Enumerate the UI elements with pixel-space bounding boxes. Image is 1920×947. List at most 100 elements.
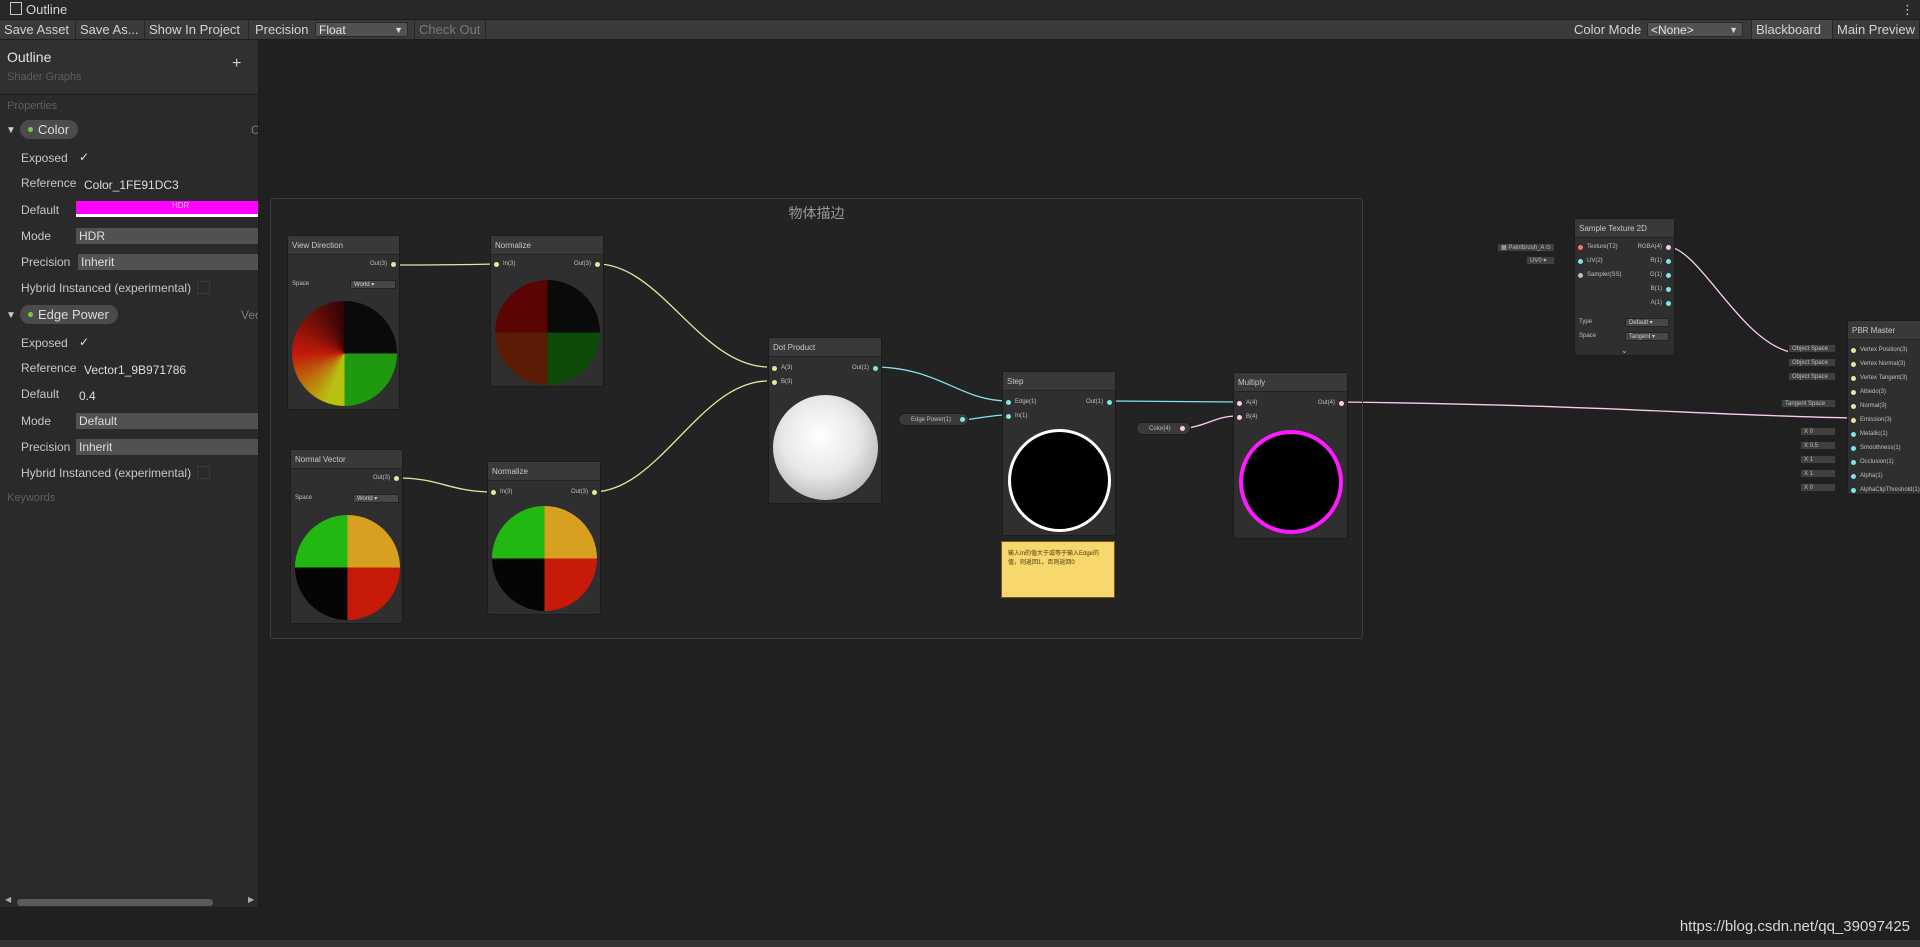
input-port[interactable] bbox=[1851, 348, 1856, 353]
texture-input[interactable]: ▦ Paintbrush_A ⊙ bbox=[1497, 243, 1555, 252]
mode-dropdown[interactable]: HDR bbox=[76, 228, 258, 244]
output-port[interactable] bbox=[1666, 273, 1671, 278]
node-title[interactable]: Normal Vector bbox=[291, 450, 402, 469]
mode-dropdown[interactable]: Default bbox=[76, 413, 258, 429]
blackboard-toggle[interactable]: Blackboard bbox=[1751, 20, 1833, 39]
input-port[interactable] bbox=[1237, 401, 1242, 406]
scroll-left-icon[interactable]: ◀ bbox=[5, 895, 11, 904]
sticky-note[interactable]: 输入In的值大于或等于输入Edge的值，则返回1，否则返回0 bbox=[1001, 541, 1115, 598]
node-title[interactable]: Normalize bbox=[488, 462, 600, 481]
value-input[interactable]: X 0.5 bbox=[1800, 441, 1836, 450]
hybrid-instanced-checkbox[interactable] bbox=[197, 281, 210, 294]
node-title[interactable]: PBR Master bbox=[1848, 321, 1920, 340]
default-color-swatch[interactable]: HDR bbox=[76, 201, 258, 217]
hybrid-instanced-checkbox[interactable] bbox=[197, 466, 210, 479]
precision-dropdown[interactable]: Inherit bbox=[78, 254, 258, 270]
collapse-chevron-icon[interactable]: ▼ bbox=[6, 125, 16, 136]
color-mode-dropdown[interactable]: <None> ▼ bbox=[1647, 22, 1743, 37]
output-port[interactable] bbox=[873, 366, 878, 371]
output-port[interactable] bbox=[592, 490, 597, 495]
input-port[interactable] bbox=[1578, 245, 1583, 250]
exposed-checkbox[interactable]: ✓ bbox=[79, 335, 89, 349]
reference-field[interactable]: Vector1_9B971786 bbox=[76, 362, 258, 378]
output-port[interactable] bbox=[391, 262, 396, 267]
node-title[interactable]: Dot Product bbox=[769, 338, 881, 357]
show-in-project-button[interactable]: Show In Project bbox=[145, 20, 249, 39]
save-asset-button[interactable]: Save Asset bbox=[0, 20, 76, 39]
input-port[interactable] bbox=[1578, 259, 1583, 264]
input-port[interactable] bbox=[1851, 488, 1856, 493]
node-title[interactable]: Multiply bbox=[1234, 373, 1347, 392]
input-port[interactable] bbox=[1006, 414, 1011, 419]
space-input[interactable]: Object Space bbox=[1788, 358, 1836, 367]
scrollbar-thumb[interactable] bbox=[17, 899, 213, 906]
output-port[interactable] bbox=[960, 417, 965, 422]
input-port[interactable] bbox=[1851, 446, 1856, 451]
input-port[interactable] bbox=[772, 380, 777, 385]
horizontal-scrollbar[interactable]: ◀ ▶ bbox=[0, 895, 258, 907]
node-title[interactable]: Sample Texture 2D bbox=[1575, 219, 1674, 238]
input-port[interactable] bbox=[1237, 415, 1242, 420]
space-input[interactable]: Object Space bbox=[1788, 372, 1836, 381]
node-title[interactable]: Normalize bbox=[491, 236, 603, 255]
output-port[interactable] bbox=[1180, 426, 1185, 431]
node-view-direction[interactable]: View Direction Out(3) Space World ▾ bbox=[287, 235, 400, 410]
node-normalize[interactable]: Normalize In(3) Out(3) bbox=[490, 235, 604, 387]
output-port[interactable] bbox=[1666, 301, 1671, 306]
check-out-button[interactable]: Check Out bbox=[414, 20, 486, 39]
space-dropdown[interactable]: Tangent ▾ bbox=[1625, 332, 1669, 341]
add-property-button[interactable]: + bbox=[232, 55, 241, 73]
input-port[interactable] bbox=[1578, 273, 1583, 278]
exposed-checkbox[interactable]: ✓ bbox=[79, 150, 89, 164]
output-port[interactable] bbox=[1666, 259, 1671, 264]
input-port[interactable] bbox=[772, 366, 777, 371]
value-input[interactable]: X 1 bbox=[1800, 455, 1836, 464]
input-port[interactable] bbox=[1006, 400, 1011, 405]
uv-input[interactable]: UV0 ▾ bbox=[1526, 256, 1555, 265]
node-sample-texture-2d[interactable]: Sample Texture 2D Texture(T2) UV(2) Samp… bbox=[1574, 218, 1675, 356]
precision-dropdown[interactable]: Inherit bbox=[76, 439, 258, 455]
precision-dropdown[interactable]: Float ▼ bbox=[315, 22, 408, 37]
output-port[interactable] bbox=[394, 476, 399, 481]
default-value-field[interactable]: 0.4 bbox=[76, 388, 258, 404]
node-multiply[interactable]: Multiply A(4) B(4) Out(4) bbox=[1233, 372, 1348, 539]
type-dropdown[interactable]: Default ▾ bbox=[1625, 318, 1669, 327]
node-title[interactable]: View Direction bbox=[288, 236, 399, 255]
output-port[interactable] bbox=[1107, 400, 1112, 405]
input-port[interactable] bbox=[1851, 376, 1856, 381]
window-menu-icon[interactable]: ⋮ bbox=[1901, 0, 1914, 19]
group-title[interactable]: 物体描边 bbox=[271, 203, 1362, 223]
node-pbr-master[interactable]: PBR Master Vertex Position(3) Vertex Nor… bbox=[1847, 320, 1920, 495]
node-normalize[interactable]: Normalize In(3) Out(3) bbox=[487, 461, 601, 615]
input-port[interactable] bbox=[494, 262, 499, 267]
input-port[interactable] bbox=[1851, 390, 1856, 395]
value-input[interactable]: X 0 bbox=[1800, 483, 1836, 492]
space-dropdown[interactable]: World ▾ bbox=[350, 280, 396, 289]
input-port[interactable] bbox=[1851, 432, 1856, 437]
space-input[interactable]: Tangent Space bbox=[1781, 399, 1836, 408]
output-port[interactable] bbox=[1666, 287, 1671, 292]
output-port[interactable] bbox=[1666, 245, 1671, 250]
reference-field[interactable]: Color_1FE91DC3 bbox=[76, 177, 258, 193]
property-node-edge-power[interactable]: Edge Power(1) bbox=[898, 413, 969, 426]
main-preview-toggle[interactable]: Main Preview bbox=[1833, 20, 1920, 39]
value-input[interactable]: X 0 bbox=[1800, 427, 1836, 436]
node-step[interactable]: Step Edge(1) In(1) Out(1) bbox=[1002, 371, 1116, 536]
save-as-button[interactable]: Save As... bbox=[76, 20, 145, 39]
space-dropdown[interactable]: World ▾ bbox=[353, 494, 399, 503]
collapse-chevron-icon[interactable]: ⌄ bbox=[1621, 346, 1628, 355]
scroll-right-icon[interactable]: ▶ bbox=[248, 895, 254, 904]
input-port[interactable] bbox=[1851, 460, 1856, 465]
node-title[interactable]: Step bbox=[1003, 372, 1115, 391]
input-port[interactable] bbox=[1851, 474, 1856, 479]
input-port[interactable] bbox=[1851, 418, 1856, 423]
property-pill-color[interactable]: Color bbox=[20, 120, 79, 139]
value-input[interactable]: X 1 bbox=[1800, 469, 1836, 478]
output-port[interactable] bbox=[1339, 401, 1344, 406]
node-dot-product[interactable]: Dot Product A(3) B(3) Out(1) bbox=[768, 337, 882, 504]
input-port[interactable] bbox=[1851, 362, 1856, 367]
input-port[interactable] bbox=[491, 490, 496, 495]
property-pill-edge-power[interactable]: Edge Power bbox=[20, 305, 118, 324]
collapse-chevron-icon[interactable]: ▼ bbox=[6, 310, 16, 321]
input-port[interactable] bbox=[1851, 404, 1856, 409]
